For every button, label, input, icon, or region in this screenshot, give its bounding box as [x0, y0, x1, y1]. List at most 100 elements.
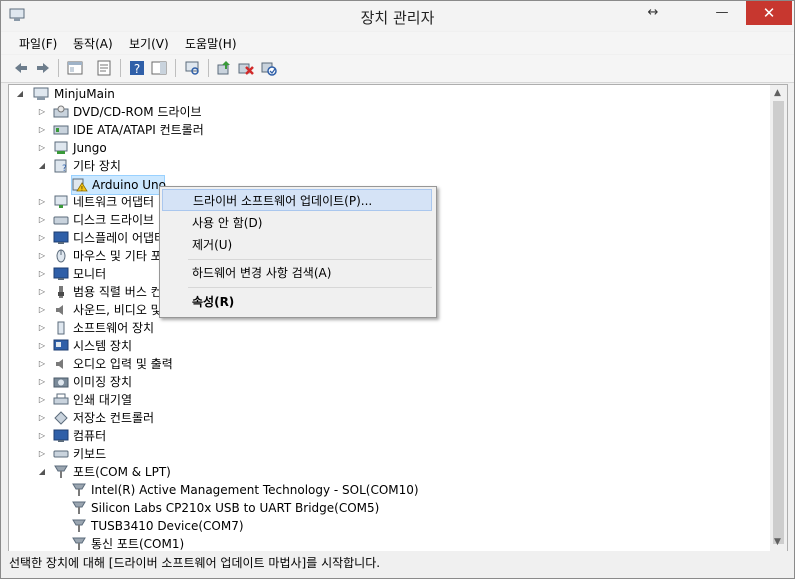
expand-icon[interactable]: ▷: [37, 229, 47, 247]
svg-text:?: ?: [134, 62, 140, 76]
tree-item-port-com10[interactable]: Intel(R) Active Management Technology - …: [9, 481, 769, 499]
warning-device-icon: !: [72, 178, 88, 192]
tree-item-system[interactable]: ▷ 시스템 장치: [9, 337, 769, 355]
svg-text:?: ?: [62, 164, 67, 173]
back-icon[interactable]: [13, 60, 29, 76]
status-text: 선택한 장치에 대해 [드라이버 소프트웨어 업데이트 마법사]를 시작합니다.: [9, 556, 381, 570]
menu-help[interactable]: 도움말(H): [185, 35, 237, 52]
scroll-up-icon[interactable]: ▲: [774, 88, 781, 98]
title-bar[interactable]: 장치 관리자 ↔ — ✕: [1, 1, 794, 31]
mouse-icon: [56, 249, 66, 263]
tree-item-port-com7[interactable]: TUSB3410 Device(COM7): [9, 517, 769, 535]
software-device-icon: [57, 321, 65, 335]
disable-menu-item[interactable]: 사용 안 함(D): [162, 212, 432, 234]
update-driver-menu-item[interactable]: 드라이버 소프트웨어 업데이트(P)...: [162, 189, 432, 211]
expand-icon[interactable]: ▷: [37, 301, 47, 319]
tree-item-port-com1[interactable]: 통신 포트(COM1): [9, 535, 769, 551]
expand-icon[interactable]: ▷: [37, 121, 47, 139]
device-tree: ◢ MinjuMain ▷ DVD/CD-ROM 드라이브 ▷ IDE ATA/…: [8, 84, 772, 552]
show-hide-tree-icon[interactable]: [67, 60, 83, 76]
display-adapter-icon: [53, 231, 69, 244]
monitor-icon: [53, 267, 69, 280]
tree-item-keyboard[interactable]: ▷ 키보드: [9, 445, 769, 463]
port-icon: [72, 519, 86, 532]
scroll-down-icon[interactable]: ▼: [774, 537, 781, 547]
expand-icon[interactable]: ▷: [37, 211, 47, 229]
dvd-drive-icon: [53, 105, 69, 118]
forward-icon[interactable]: [35, 60, 51, 76]
tree-root[interactable]: ◢ MinjuMain: [9, 85, 769, 103]
resize-icon[interactable]: ↔: [639, 1, 667, 25]
expand-icon[interactable]: ▷: [37, 409, 47, 427]
menu-view[interactable]: 보기(V): [129, 35, 169, 52]
menu-separator: [188, 259, 432, 260]
network-adapter-icon: [54, 195, 68, 208]
close-button[interactable]: ✕: [746, 1, 792, 25]
audio-icon: [56, 359, 63, 369]
help-icon[interactable]: ?: [129, 60, 145, 76]
storage-controller-icon: [54, 411, 68, 425]
port-icon: [72, 483, 86, 496]
properties-icon[interactable]: [96, 60, 112, 76]
collapse-icon[interactable]: ◢: [37, 463, 47, 481]
minimize-button[interactable]: —: [706, 1, 738, 25]
expand-icon[interactable]: ▷: [37, 373, 47, 391]
tree-item-ide[interactable]: ▷ IDE ATA/ATAPI 컨트롤러: [9, 121, 769, 139]
tree-item-computer[interactable]: ▷ 컴퓨터: [9, 427, 769, 445]
scan-hardware-icon[interactable]: [184, 60, 200, 76]
scan-hardware-menu-item[interactable]: 하드웨어 변경 사항 검색(A): [162, 262, 432, 284]
enable-device-icon[interactable]: [261, 60, 277, 76]
update-driver-icon[interactable]: [216, 60, 232, 76]
action-pane-icon[interactable]: [151, 60, 167, 76]
tree-item-storage[interactable]: ▷ 저장소 컨트롤러: [9, 409, 769, 427]
unknown-device-icon: ?: [54, 159, 67, 173]
expand-icon[interactable]: ▷: [37, 193, 47, 211]
collapse-icon[interactable]: ◢: [37, 157, 47, 175]
disk-drive-icon: [53, 216, 69, 225]
device-manager-window: 장치 관리자 ↔ — ✕ 파일(F) 동작(A) 보기(V) 도움말(H) ? …: [0, 0, 795, 579]
vertical-scrollbar[interactable]: ▲ ▼: [770, 84, 788, 552]
uninstall-menu-item[interactable]: 제거(U): [162, 234, 432, 256]
tree-item-imaging[interactable]: ▷ 이미징 장치: [9, 373, 769, 391]
expand-icon[interactable]: ▷: [37, 265, 47, 283]
tree-item-ports[interactable]: ◢ 포트(COM & LPT): [9, 463, 769, 481]
tree-item-other-devices[interactable]: ◢ ? 기타 장치: [9, 157, 769, 175]
port-icon: [54, 465, 68, 478]
tree-item-port-com5[interactable]: Silicon Labs CP210x USB to UART Bridge(C…: [9, 499, 769, 517]
expand-icon[interactable]: ▷: [37, 445, 47, 463]
keyboard-icon: [53, 450, 69, 458]
usb-icon: [58, 286, 64, 298]
properties-menu-item[interactable]: 속성(R): [162, 291, 432, 313]
port-icon: [72, 501, 86, 514]
expand-icon[interactable]: ▷: [37, 247, 47, 265]
toolbar: ?: [1, 55, 794, 83]
scroll-thumb[interactable]: [773, 101, 784, 544]
expand-icon[interactable]: ▷: [37, 355, 47, 373]
collapse-icon[interactable]: ◢: [15, 85, 25, 103]
camera-icon: [53, 377, 69, 388]
menu-file[interactable]: 파일(F): [19, 35, 57, 52]
tree-item-print-queue[interactable]: ▷ 인쇄 대기열: [9, 391, 769, 409]
tree-item-software[interactable]: ▷ 소프트웨어 장치: [9, 319, 769, 337]
computer-icon: [33, 87, 49, 100]
menu-separator: [188, 287, 432, 288]
menu-action[interactable]: 동작(A): [73, 35, 113, 52]
tree-item-jungo[interactable]: ▷ Jungo: [9, 139, 769, 157]
tree-item-audio-io[interactable]: ▷ 오디오 입력 및 출력: [9, 355, 769, 373]
tree-item-arduino-uno[interactable]: ! Arduino Uno: [71, 175, 166, 195]
tree-item-dvd[interactable]: ▷ DVD/CD-ROM 드라이브: [9, 103, 769, 121]
menu-bar: 파일(F) 동작(A) 보기(V) 도움말(H): [1, 32, 794, 54]
expand-icon[interactable]: ▷: [37, 103, 47, 121]
expand-icon[interactable]: ▷: [37, 337, 47, 355]
expand-icon[interactable]: ▷: [37, 427, 47, 445]
status-bar: 선택한 장치에 대해 [드라이버 소프트웨어 업데이트 마법사]를 시작합니다.: [1, 551, 794, 578]
printer-icon: [53, 393, 69, 405]
system-device-icon: [53, 339, 69, 351]
expand-icon[interactable]: ▷: [37, 391, 47, 409]
expand-icon[interactable]: ▷: [37, 139, 47, 157]
expand-icon[interactable]: ▷: [37, 283, 47, 301]
uninstall-icon[interactable]: [238, 60, 254, 76]
expand-icon[interactable]: ▷: [37, 319, 47, 337]
svg-text:!: !: [81, 186, 83, 193]
jungo-device-icon: [54, 141, 68, 154]
